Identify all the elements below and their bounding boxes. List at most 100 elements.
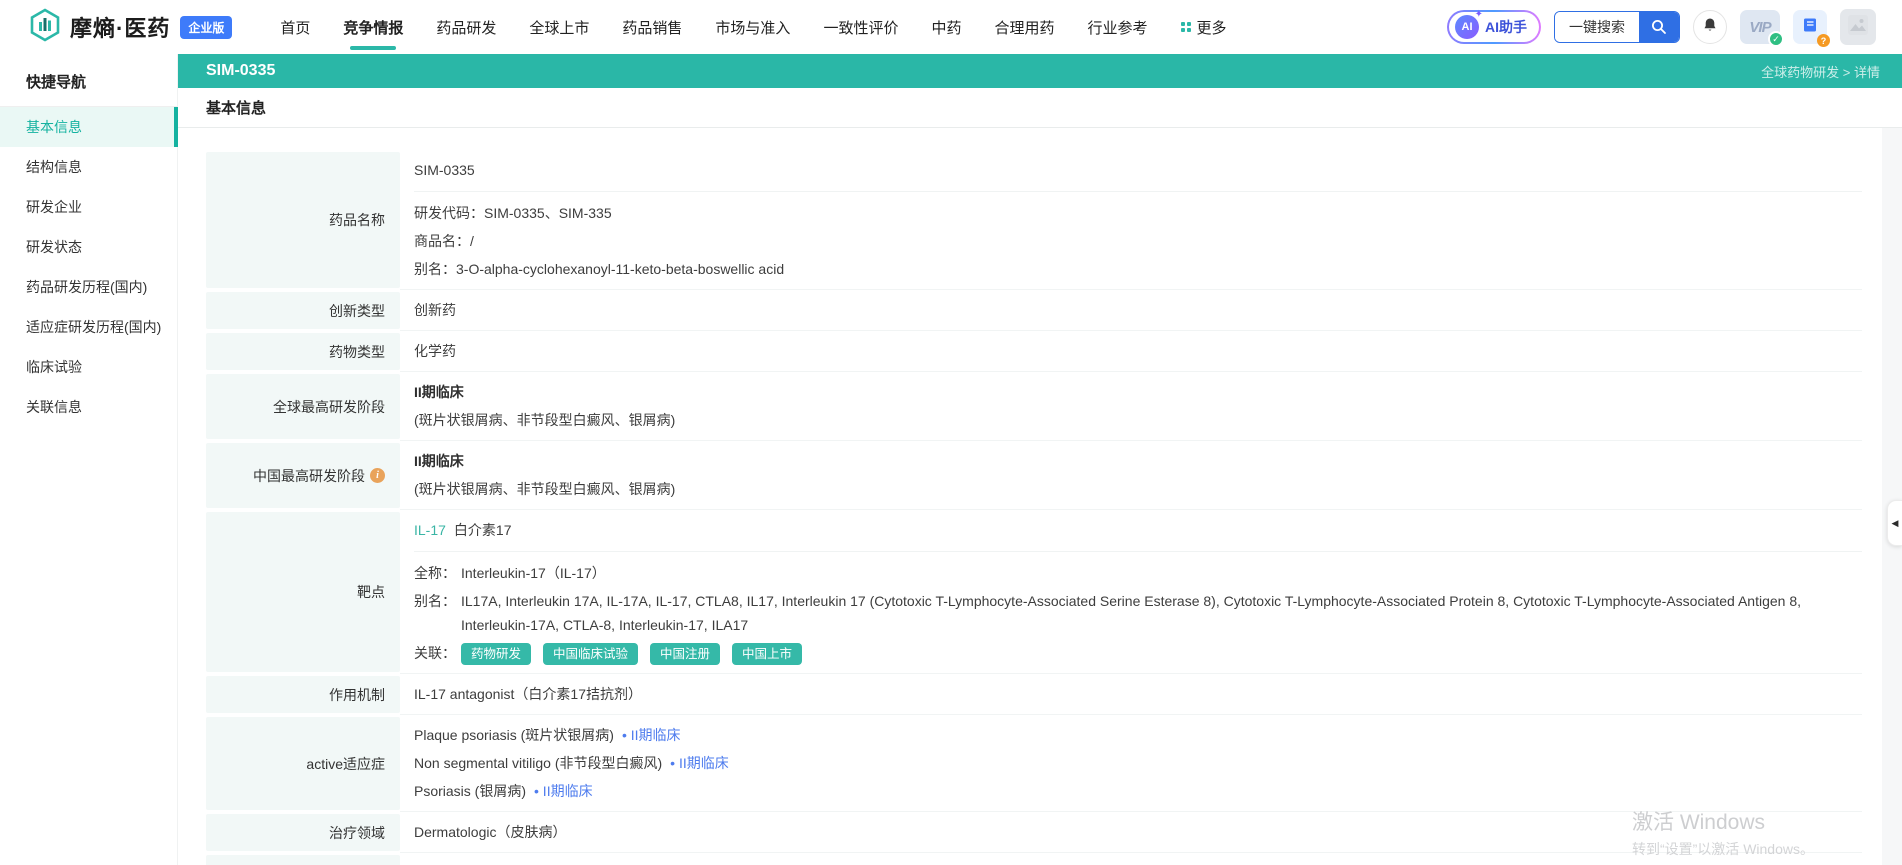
relation-tag[interactable]: 中国上市: [732, 643, 803, 665]
row-label: 工艺技术: [206, 855, 400, 865]
search-icon[interactable]: [1639, 12, 1679, 42]
nav-item-行业参考[interactable]: 行业参考: [1087, 0, 1147, 54]
value-line-content: Dermatologic（皮肤病）: [414, 820, 1862, 844]
row-label: 中国最高研发阶段 i: [206, 443, 400, 508]
value-line: 别名： IL17A, Interleukin 17A, IL-17A, IL-17…: [414, 589, 1862, 637]
help-guide-button[interactable]: ?: [1793, 10, 1830, 47]
nav-item-label: 药品研发: [436, 19, 497, 37]
nav-item-合理用药[interactable]: 合理用药: [994, 0, 1054, 54]
nav-item-药品销售[interactable]: 药品销售: [622, 0, 682, 54]
table-row: 工艺技术Dermatological formulation（皮肤病制剂）Che…: [206, 853, 1862, 865]
row-label-text: 靶点: [357, 584, 385, 600]
table-row: 作用机制 IL-17 antagonist（白介素17拮抗剂）: [206, 674, 1862, 715]
row-label: 靶点: [206, 512, 400, 672]
sidebar-item-结构信息[interactable]: 结构信息: [0, 147, 177, 187]
row-label-text: 治疗领域: [329, 824, 385, 841]
value-line-content: IL-17 antagonist（白介素17拮抗剂）: [414, 682, 1862, 706]
sidebar-item-基本信息[interactable]: 基本信息: [0, 107, 178, 147]
table-row: active适应症 Plaque psoriasis (斑片状银屑病) • II期临…: [206, 715, 1862, 812]
user-avatar[interactable]: [1840, 9, 1876, 45]
target-link[interactable]: IL-17: [414, 522, 446, 538]
nav-item-竞争情报[interactable]: 竞争情报: [343, 0, 403, 54]
page-title: SIM-0335: [206, 62, 276, 79]
stage-link[interactable]: • II期临床: [622, 727, 681, 743]
value-line-content: II期临床: [414, 380, 1862, 404]
relation-tag[interactable]: 中国临床试验: [543, 643, 639, 665]
vip-status-button[interactable]: VIP ✓: [1740, 10, 1784, 47]
nav-item-市场与准入[interactable]: 市场与准入: [715, 0, 790, 54]
value-line-content: 创新药: [414, 298, 1862, 322]
value-line: Dermatologic（皮肤病）: [414, 820, 1862, 844]
table-row: 全球最高研发阶段 II期临床 (斑片状银屑病、非节段型白癜风、银屑病): [206, 372, 1862, 441]
value-text: IL-17 antagonist（白介素17拮抗剂）: [414, 686, 642, 702]
value-line: II期临床: [414, 449, 1862, 473]
nav-item-一致性评价[interactable]: 一致性评价: [823, 0, 898, 54]
row-value: Plaque psoriasis (斑片状银屑病) • II期临床 Non segm…: [400, 715, 1862, 812]
main-nav: 首页 竞争情报 药品研发 全球上市 药品销售 市场与准入 一致性评价 中药 合理用药 行业参考 更多: [280, 0, 1226, 54]
ai-assistant-button[interactable]: AI AI助手: [1447, 9, 1541, 44]
value-text: 白介素17: [453, 522, 512, 538]
stage-link[interactable]: • II期临床: [670, 755, 729, 771]
nav-item-首页[interactable]: 首页: [280, 0, 310, 54]
value-line-prefix: 别名：: [414, 593, 456, 609]
value-line: SIM-0335: [414, 158, 1862, 182]
value-divider: [414, 551, 1862, 552]
value-line-prefix: 关联：: [414, 645, 456, 661]
value-line: Psoriasis (银屑病) • II期临床: [414, 779, 1862, 803]
guide-question-badge: ?: [1817, 34, 1830, 47]
row-value: 化学药: [400, 331, 1862, 372]
nav-item-全球上市[interactable]: 全球上市: [529, 0, 589, 54]
relation-tag[interactable]: 中国注册: [650, 643, 721, 665]
avatar-placeholder-icon: [1847, 14, 1869, 41]
brand-logo-icon: [28, 7, 62, 47]
brand-logo[interactable]: 摩熵·医药 企业版: [28, 7, 233, 47]
table-row: 中国最高研发阶段 i II期临床 (斑片状银屑病、非节段型白癜风、银屑病): [206, 441, 1862, 510]
value-text: Dermatologic（皮肤病）: [414, 824, 567, 840]
value-line: Non segmental vitiligo (非节段型白癜风) • II期临床: [414, 751, 1862, 775]
sidebar-item-药品研发历程(国内)[interactable]: 药品研发历程(国内): [0, 267, 177, 307]
nav-item-label: 更多: [1196, 19, 1227, 37]
nav-item-label: 中药: [931, 19, 962, 37]
sidebar-item-适应症研发历程(国内)[interactable]: 适应症研发历程(国内): [0, 307, 177, 347]
value-text: SIM-0335: [414, 162, 475, 178]
value-line-content: 研发代码：SIM-0335、SIM-335: [414, 201, 1862, 225]
value-line-content: IL17A, Interleukin 17A, IL-17A, IL-17, C…: [461, 589, 1862, 637]
value-line-content: Interleukin-17（IL-17）: [461, 561, 1862, 585]
value-line-content: 药物研发 中国临床试验 中国注册 中国上市: [461, 641, 1862, 665]
breadcrumb[interactable]: 全球药物研发 > 详情: [1761, 62, 1880, 81]
value-text: 研发代码：SIM-0335、SIM-335: [414, 205, 612, 221]
table-row: 药物类型 化学药: [206, 331, 1862, 372]
nav-item-label: 合理用药: [994, 19, 1055, 37]
nav-item-中药[interactable]: 中药: [931, 0, 961, 54]
stage-link[interactable]: • II期临床: [534, 783, 593, 799]
quick-search-button[interactable]: 一键搜索: [1554, 11, 1680, 43]
notifications-button[interactable]: [1693, 10, 1727, 44]
section-header: 基本信息: [178, 88, 1902, 128]
value-text: Interleukin-17（IL-17）: [461, 565, 606, 581]
row-value: II期临床 (斑片状银屑病、非节段型白癜风、银屑病): [400, 441, 1862, 510]
row-label-text: 中国最高研发阶段: [253, 467, 365, 484]
sidebar-items: 基本信息 结构信息 研发企业 研发状态 药品研发历程(国内) 适应症研发历程(国内) 临床试…: [0, 107, 178, 427]
info-icon[interactable]: i: [370, 468, 385, 483]
value-line-content: 别名：3-O-alpha-cyclohexanoyl-11-keto-beta-…: [414, 257, 1862, 281]
value-text: Non segmental vitiligo (非节段型白癜风): [414, 755, 663, 771]
row-value: Dermatological formulation（皮肤病制剂）Chemica…: [400, 853, 1862, 865]
value-text: Psoriasis (银屑病): [414, 783, 527, 799]
row-label-text: 创新类型: [329, 302, 385, 319]
value-line-prefix: 全称：: [414, 565, 456, 581]
value-line: IL-17 antagonist（白介素17拮抗剂）: [414, 682, 1862, 706]
nav-item-药品研发[interactable]: 药品研发: [436, 0, 496, 54]
row-value: II期临床 (斑片状银屑病、非节段型白癜风、银屑病): [400, 372, 1862, 441]
row-value: 创新药: [400, 290, 1862, 331]
sidebar-item-研发状态[interactable]: 研发状态: [0, 227, 177, 267]
row-label: 创新类型: [206, 292, 400, 329]
row-label-text: 药物类型: [329, 343, 385, 360]
relation-tag[interactable]: 药物研发: [461, 643, 532, 665]
vip-verified-icon: ✓: [1768, 31, 1784, 47]
sidebar-item-关联信息[interactable]: 关联信息: [0, 387, 177, 427]
sidebar-item-临床试验[interactable]: 临床试验: [0, 347, 177, 387]
sidebar-item-研发企业[interactable]: 研发企业: [0, 187, 177, 227]
value-text: (斑片状银屑病、非节段型白癜风、银屑病): [414, 412, 676, 428]
panel-collapse-handle[interactable]: ◀: [1887, 500, 1902, 546]
nav-item-更多[interactable]: 更多: [1180, 0, 1227, 54]
